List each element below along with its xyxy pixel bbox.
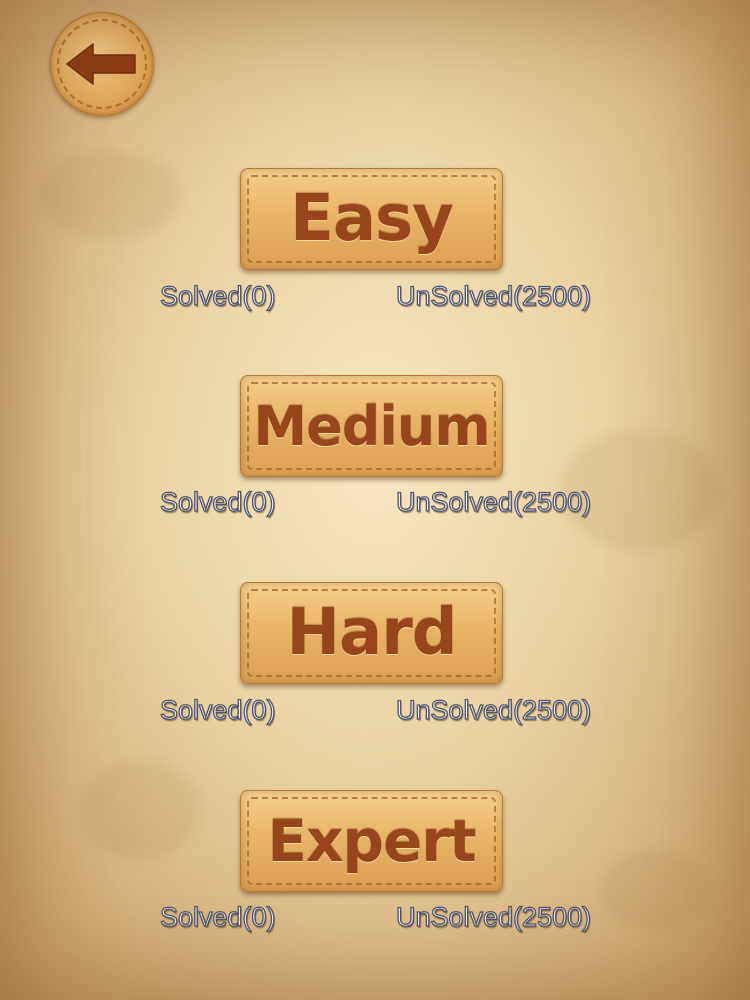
easy-solved-count: Solved(0) — [159, 280, 276, 311]
expert-unsolved-count: UnSolved(2500) — [395, 901, 592, 932]
expert-solved-count: Solved(0) — [159, 901, 276, 932]
paper-stain — [80, 760, 200, 860]
arrow-left-icon — [66, 43, 136, 85]
hard-unsolved-count: UnSolved(2500) — [395, 694, 592, 725]
easy-level-label: Easy — [290, 182, 454, 256]
expert-level-label: Expert — [267, 807, 476, 875]
easy-level-button[interactable]: Easy — [240, 168, 503, 270]
medium-unsolved-count: UnSolved(2500) — [395, 486, 592, 517]
paper-stain — [40, 150, 180, 240]
paper-stain — [600, 850, 710, 930]
medium-solved-count: Solved(0) — [159, 486, 276, 517]
medium-level-label: Medium — [253, 394, 490, 458]
hard-level-button[interactable]: Hard — [240, 582, 503, 684]
back-button[interactable] — [50, 12, 154, 116]
hard-solved-count: Solved(0) — [159, 694, 276, 725]
expert-level-button[interactable]: Expert — [240, 790, 503, 892]
medium-level-button[interactable]: Medium — [240, 375, 503, 477]
hard-level-label: Hard — [286, 596, 457, 670]
easy-unsolved-count: UnSolved(2500) — [395, 280, 592, 311]
